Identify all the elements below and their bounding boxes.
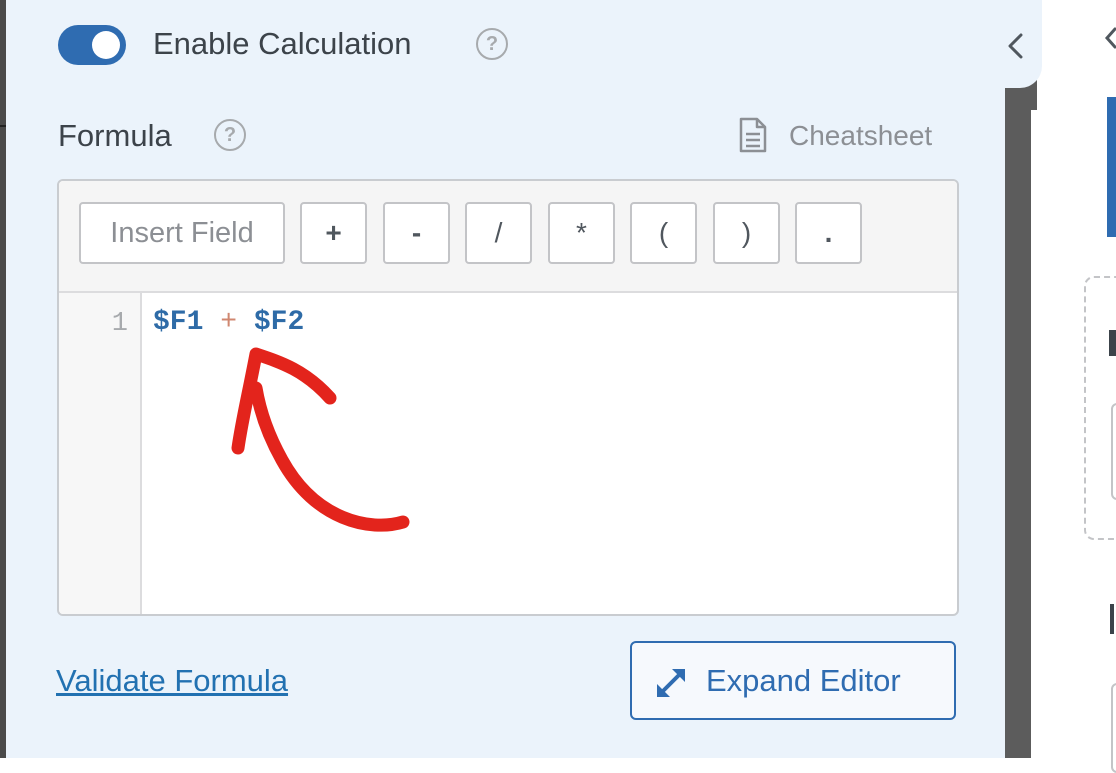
question-circle-icon[interactable]: ? [476, 28, 508, 60]
decimal-point-button[interactable]: . [795, 202, 862, 264]
field-token: $F2 [253, 307, 305, 338]
expand-editor-button[interactable]: Expand Editor [630, 641, 956, 720]
panel-divider [1005, 88, 1031, 758]
operator-plus-button[interactable]: + [300, 202, 367, 264]
operator-multiply-button[interactable]: * [548, 202, 615, 264]
chevron-left-icon[interactable] [1104, 26, 1116, 50]
chevron-left-icon[interactable] [1006, 32, 1026, 60]
enable-calculation-toggle[interactable] [58, 25, 126, 65]
operator-minus-button[interactable]: - [383, 202, 450, 264]
question-circle-icon[interactable]: ? [214, 119, 246, 151]
document-icon[interactable] [737, 117, 769, 153]
validate-formula-link[interactable]: Validate Formula [56, 663, 288, 699]
preview-input-box[interactable] [1111, 683, 1116, 773]
enable-calculation-label: Enable Calculation [153, 26, 412, 61]
operator-divide-button[interactable]: / [465, 202, 532, 264]
formula-code-line[interactable]: $F1 + $F2 [153, 307, 304, 338]
preview-accent-block [1107, 97, 1116, 237]
preview-input-box[interactable] [1111, 403, 1116, 500]
formula-toolbar: Insert Field + - / * ( ) . [59, 181, 957, 293]
toggle-knob [92, 31, 120, 59]
operator-token: + [220, 307, 238, 338]
insert-field-dropdown[interactable]: Insert Field [79, 202, 285, 264]
open-paren-button[interactable]: ( [630, 202, 697, 264]
preview-label-fragment [1110, 604, 1114, 634]
preview-label-fragment [1109, 330, 1116, 356]
field-token: $F1 [153, 307, 204, 338]
close-paren-button[interactable]: ) [713, 202, 780, 264]
red-hand-drawn-arrow-icon [231, 347, 410, 532]
expand-arrows-icon [657, 669, 685, 697]
line-number: 1 [111, 309, 128, 339]
cheatsheet-link[interactable]: Cheatsheet [789, 120, 932, 152]
formula-label: Formula [58, 118, 172, 153]
line-number-gutter: 1 [59, 293, 142, 614]
formula-editor: Insert Field + - / * ( ) . 1 $F1 + $F2 [57, 179, 959, 616]
expand-editor-label: Expand Editor [706, 663, 901, 698]
